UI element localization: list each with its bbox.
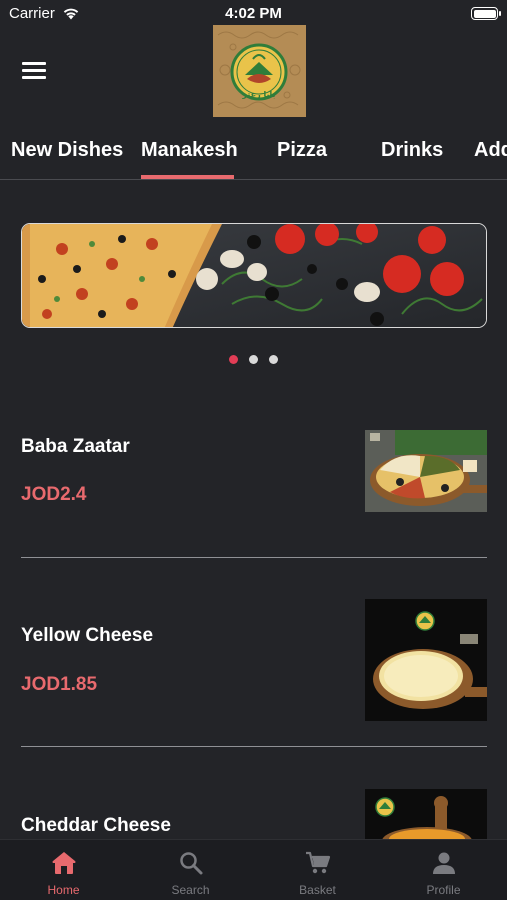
tab-drinks[interactable]: Drinks bbox=[381, 139, 443, 162]
tab-add[interactable]: Add bbox=[474, 139, 507, 162]
nav-label: Basket bbox=[299, 883, 336, 897]
item-name: Cheddar Cheese bbox=[21, 815, 171, 836]
nav-label: Home bbox=[47, 883, 80, 897]
hamburger-menu-icon bbox=[22, 62, 46, 65]
logo-text: بابا زعتر bbox=[241, 90, 275, 99]
nav-label: Profile bbox=[426, 883, 461, 897]
divider bbox=[21, 557, 487, 558]
item-name: Baba Zaatar bbox=[21, 436, 130, 457]
nav-basket[interactable]: Basket bbox=[254, 840, 381, 900]
search-icon bbox=[179, 852, 202, 875]
item-image[interactable] bbox=[365, 430, 487, 512]
menu-button[interactable] bbox=[22, 62, 48, 82]
nav-profile[interactable]: Profile bbox=[380, 840, 507, 900]
divider bbox=[21, 746, 487, 747]
item-price: JOD2.4 bbox=[21, 484, 87, 505]
bottom-tab-bar: Home Search Basket Profile bbox=[0, 839, 507, 900]
status-bar: Carrier 4:02 PM bbox=[0, 0, 507, 28]
promo-banner[interactable] bbox=[21, 223, 487, 328]
tab-new-dishes[interactable]: New Dishes bbox=[11, 139, 123, 162]
status-time: 4:02 PM bbox=[225, 5, 282, 22]
active-tab-indicator bbox=[141, 175, 234, 179]
item-name: Yellow Cheese bbox=[21, 625, 154, 646]
nav-label: Search bbox=[171, 883, 210, 897]
profile-icon bbox=[432, 852, 455, 874]
home-icon bbox=[52, 852, 75, 874]
cart-icon bbox=[305, 851, 330, 874]
item-image[interactable] bbox=[365, 789, 487, 839]
nav-home[interactable]: Home bbox=[0, 840, 127, 900]
restaurant-logo: بابا زعتر bbox=[213, 25, 306, 117]
nav-search[interactable]: Search bbox=[127, 840, 254, 900]
category-tabs: New Dishes Manakesh Pizza Drinks Add bbox=[0, 120, 507, 180]
pagination-dot[interactable] bbox=[269, 355, 278, 364]
banner-image bbox=[22, 224, 486, 327]
banner-pagination bbox=[0, 351, 507, 369]
pagination-dot[interactable] bbox=[249, 355, 258, 364]
item-price: JOD1.85 bbox=[21, 674, 98, 695]
pagination-dot[interactable] bbox=[229, 355, 238, 364]
tab-manakesh[interactable]: Manakesh bbox=[141, 139, 238, 162]
tab-pizza[interactable]: Pizza bbox=[277, 139, 327, 162]
battery-icon bbox=[471, 7, 501, 20]
item-image[interactable] bbox=[365, 599, 487, 721]
